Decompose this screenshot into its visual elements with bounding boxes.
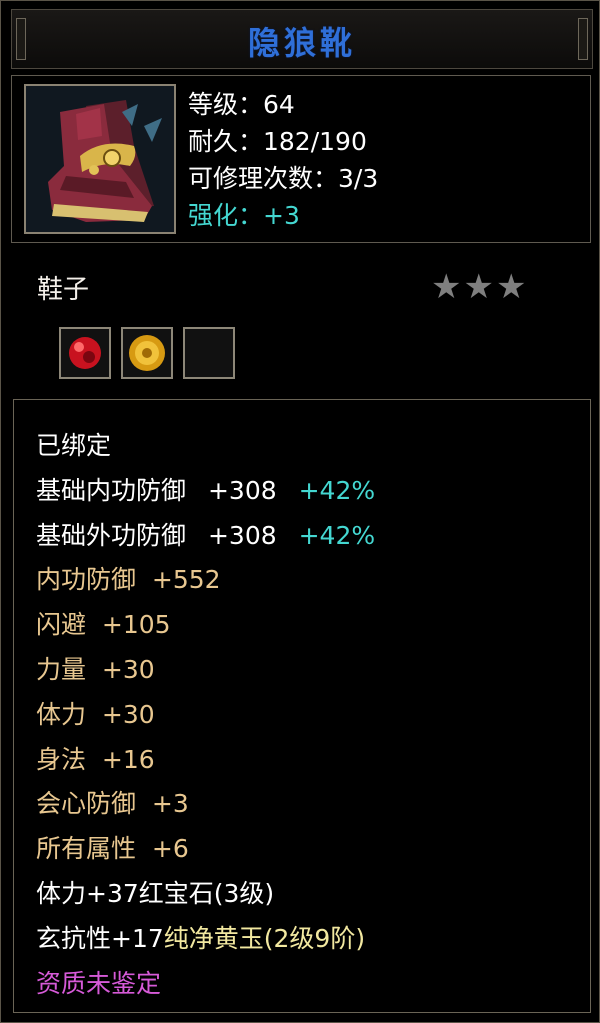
- jade-gem-bonus: 玄抗性+17: [36, 923, 164, 953]
- item-name: 隐狼靴: [247, 24, 356, 62]
- attribute-line: 体力 +30: [36, 699, 155, 729]
- base-inner-defense-bonus: +42%: [298, 475, 376, 505]
- quality-status: 资质未鉴定: [36, 968, 162, 998]
- attribute-line: 身法 +16: [36, 744, 155, 774]
- ruby-gem-icon[interactable]: [59, 327, 111, 379]
- durability-stat: 耐久：182/190: [188, 127, 367, 156]
- bound-status: 已绑定: [36, 431, 112, 460]
- item-tooltip: 隐狼靴 等级：64 耐久：182/190 可修理次数：3/3 强化：+3 鞋子 …: [0, 0, 600, 1023]
- level-stat: 等级：64: [188, 90, 295, 119]
- attribute-line: 会心防御 +3: [36, 789, 189, 819]
- attributes-panel: 已绑定 基础内功防御 +308 +42% 基础外功防御 +308 +42% 内功…: [13, 399, 591, 1013]
- base-outer-defense-bonus: +42%: [298, 520, 376, 550]
- item-type: 鞋子: [37, 275, 90, 305]
- boots-icon: [24, 84, 176, 234]
- item-info-panel: 等级：64 耐久：182/190 可修理次数：3/3 强化：+3: [11, 75, 591, 243]
- enhance-stat: 强化：+3: [188, 201, 300, 230]
- attribute-list: 已绑定 基础内功防御 +308 +42% 基础外功防御 +308 +42% 内功…: [36, 424, 375, 1006]
- base-inner-defense-label: 基础内功防御: [36, 475, 187, 505]
- base-outer-defense-value: +308: [207, 520, 277, 550]
- base-inner-defense-value: +308: [207, 475, 277, 505]
- yellow-jade-icon[interactable]: [121, 327, 173, 379]
- jade-gem-line: 玄抗性+17纯净黄玉(2级9阶): [36, 917, 375, 962]
- base-outer-defense-label: 基础外功防御: [36, 520, 187, 550]
- attribute-line: 力量 +30: [36, 654, 155, 684]
- ruby-gem-line: 体力+37红宝石(3级): [36, 878, 275, 908]
- star-rating: ★★★: [431, 267, 529, 307]
- attribute-line: 所有属性 +6: [36, 834, 189, 864]
- repair-count-stat: 可修理次数：3/3: [188, 164, 379, 193]
- base-outer-defense-row: 基础外功防御 +308 +42%: [36, 514, 375, 559]
- empty-socket[interactable]: [183, 327, 235, 379]
- base-inner-defense-row: 基础内功防御 +308 +42%: [36, 469, 375, 514]
- jade-gem-name: 纯净黄玉(2级9阶): [163, 923, 366, 953]
- title-bar: 隐狼靴: [11, 9, 593, 69]
- attribute-line: 闪避 +105: [36, 610, 171, 640]
- attribute-line: 内功防御 +552: [36, 565, 221, 595]
- item-stats: 等级：64 耐久：182/190 可修理次数：3/3 强化：+3: [188, 86, 378, 234]
